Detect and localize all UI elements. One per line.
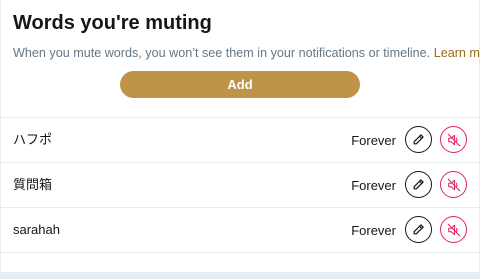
- muted-word-row: ハフポ Forever: [1, 118, 479, 163]
- edit-button[interactable]: [405, 126, 432, 153]
- unmute-button[interactable]: [440, 126, 467, 153]
- muted-word-row: 質問箱 Forever: [1, 163, 479, 208]
- edit-button[interactable]: [405, 171, 432, 198]
- edit-button[interactable]: [405, 216, 432, 243]
- muted-words-header: Words you're muting When you mute words,…: [1, 0, 480, 118]
- pencil-icon: [412, 178, 425, 191]
- muted-word-row: sarahah Forever: [1, 208, 479, 253]
- muted-words-panel: Words you're muting When you mute words,…: [1, 0, 480, 272]
- page-title: Words you're muting: [13, 12, 212, 34]
- muted-speaker-icon: [447, 178, 461, 192]
- unmute-button[interactable]: [440, 216, 467, 243]
- add-button[interactable]: Add: [120, 71, 360, 98]
- mute-duration: Forever: [351, 133, 396, 148]
- mute-duration: Forever: [351, 223, 396, 238]
- muted-word: 質問箱: [13, 177, 53, 192]
- muted-speaker-icon: [447, 133, 461, 147]
- pencil-icon: [412, 223, 425, 236]
- pencil-icon: [412, 133, 425, 146]
- muted-word: ハフポ: [13, 132, 53, 147]
- unmute-button[interactable]: [440, 171, 467, 198]
- mute-duration: Forever: [351, 178, 396, 193]
- learn-more-link[interactable]: Learn more.: [434, 46, 480, 60]
- description-text: When you mute words, you won’t see them …: [13, 46, 434, 60]
- muted-word: sarahah: [13, 222, 60, 237]
- page-description: When you mute words, you won’t see them …: [13, 45, 480, 61]
- muted-speaker-icon: [447, 223, 461, 237]
